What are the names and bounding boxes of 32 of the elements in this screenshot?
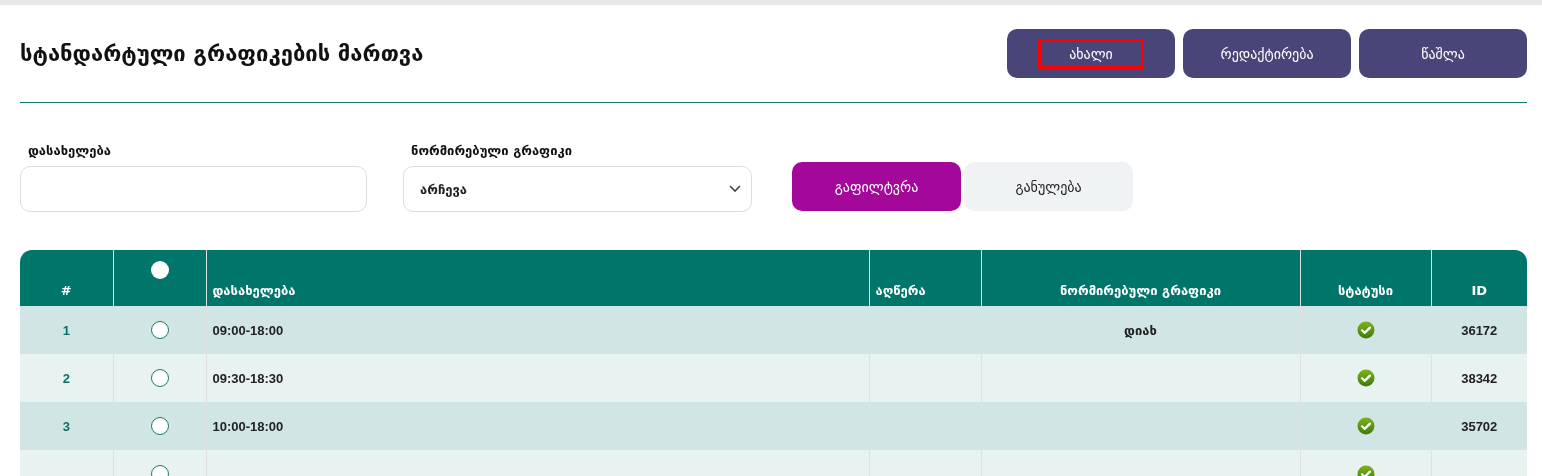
id-value: 35702 xyxy=(1431,402,1527,450)
reset-button[interactable]: განულება xyxy=(964,162,1133,211)
column-header: ნორმირებული გრაფიკი xyxy=(981,250,1300,306)
column-header: აღწერა xyxy=(869,250,981,306)
normalized-value: დიახ xyxy=(981,306,1300,354)
page-title: სტანდარტული გრაფიკების მართვა xyxy=(20,41,424,66)
schedule-name: 10:00-18:00 xyxy=(206,402,869,450)
column-header: # xyxy=(20,250,113,306)
id-value: 36172 xyxy=(1431,306,1527,354)
filter-button[interactable]: გაფილტვრა xyxy=(792,162,961,211)
row-radio[interactable] xyxy=(150,369,169,387)
action-button[interactable]: რედაქტირება xyxy=(1183,29,1351,78)
schedule-name: 09:00-18:00 xyxy=(206,306,869,354)
highlight-frame: ახალი xyxy=(1038,38,1144,69)
row-number: 1 xyxy=(20,306,113,354)
action-button[interactable]: წაშლა xyxy=(1359,29,1527,78)
column-header: ID xyxy=(1431,250,1527,306)
row-radio[interactable] xyxy=(150,321,169,339)
row-number: 3 xyxy=(20,402,113,450)
action-button[interactable]: ახალი xyxy=(1007,29,1175,78)
column-header: სტატუსი xyxy=(1300,250,1431,306)
field-label: ნორმირებული გრაფიკი xyxy=(410,143,574,158)
schedule-name: 09:30-18:30 xyxy=(206,354,869,402)
row-radio[interactable] xyxy=(150,417,169,435)
chevron-down-icon xyxy=(729,185,741,193)
row-number: 2 xyxy=(20,354,113,402)
field-label: დასახელება xyxy=(27,143,112,158)
schedule-dropdown[interactable]: არჩევა xyxy=(403,166,752,212)
select-all-radio[interactable] xyxy=(150,260,169,279)
name-input-field[interactable] xyxy=(20,166,367,212)
id-value: 38342 xyxy=(1431,354,1527,402)
column-header: დასახელება xyxy=(206,250,869,306)
